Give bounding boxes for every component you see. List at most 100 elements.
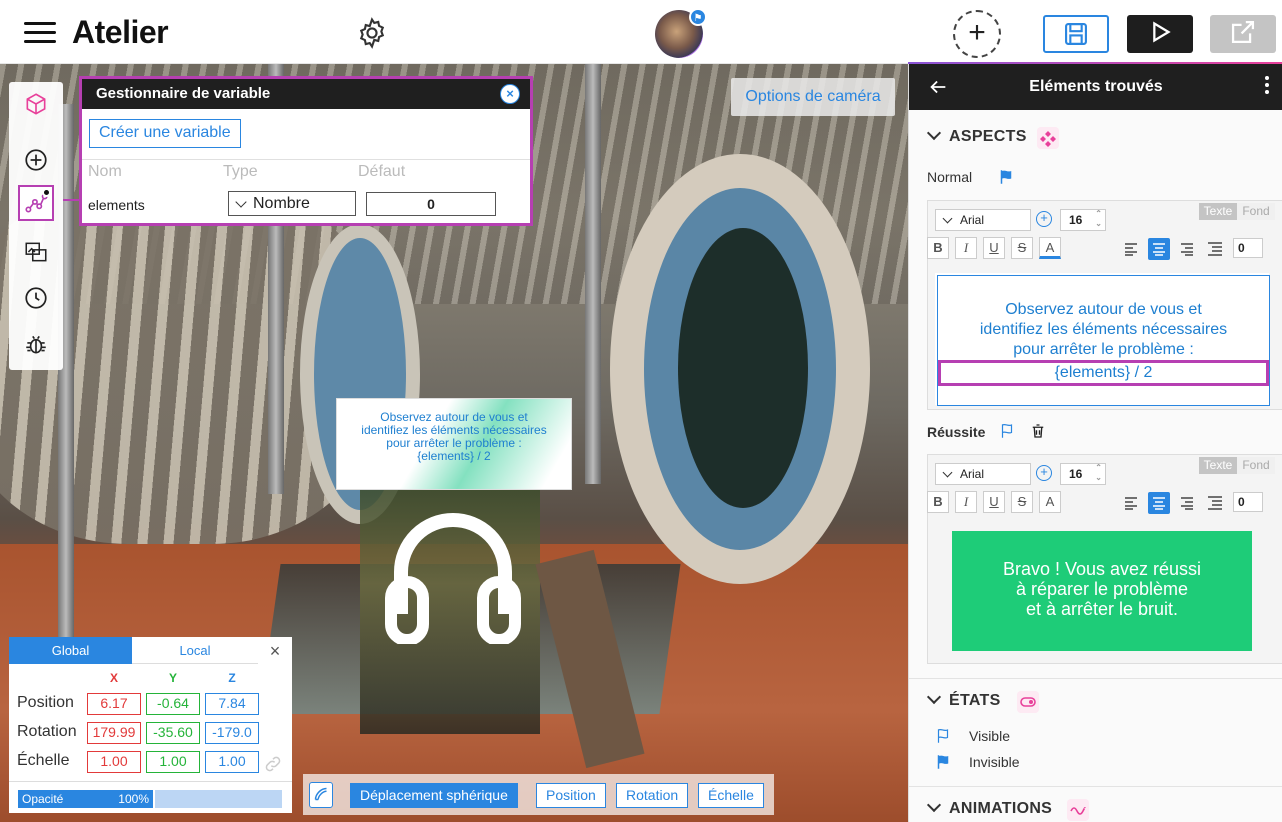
opacity-slider[interactable]: Opacité 100%: [18, 790, 153, 808]
transform-panel: Global Local × X Y Z Position 6.17 -0.64…: [9, 637, 292, 813]
save-button[interactable]: [1043, 15, 1109, 53]
tool-debug[interactable]: [18, 326, 54, 362]
flag-icon[interactable]: [997, 168, 1015, 186]
align-right-icon[interactable]: [1176, 492, 1198, 514]
scale-x-input[interactable]: 1.00: [87, 751, 141, 773]
italic-button[interactable]: I: [955, 237, 977, 259]
divider: [9, 781, 292, 782]
scene-viewport[interactable]: Observez autour de vous et identifiez le…: [0, 64, 908, 822]
spacing-input[interactable]: 0: [1233, 238, 1263, 258]
align-center-icon[interactable]: [1148, 492, 1170, 514]
bold-button[interactable]: B: [927, 491, 949, 513]
tab-text[interactable]: Texte: [1199, 203, 1237, 220]
add-scene-button[interactable]: +: [953, 10, 1001, 58]
variable-default-input[interactable]: 0: [366, 192, 496, 216]
align-left-icon[interactable]: [1120, 492, 1142, 514]
section-aspects-toggle[interactable]: ASPECTS: [926, 125, 1027, 146]
position-y-input[interactable]: -0.64: [146, 693, 200, 715]
menu-icon[interactable]: [24, 22, 56, 44]
spacing-input[interactable]: 0: [1233, 492, 1263, 512]
export-button[interactable]: [1210, 15, 1276, 53]
chevron-down-icon: [926, 797, 942, 813]
scale-z-input[interactable]: 1.00: [205, 751, 259, 773]
tool-timeline[interactable]: [18, 280, 54, 316]
section-aspects-title: ASPECTS: [949, 128, 1027, 145]
scene-thumbnail-avatar[interactable]: ⚑: [655, 8, 707, 58]
align-right-icon[interactable]: [1176, 238, 1198, 260]
rotation-y-input[interactable]: -35.60: [146, 722, 200, 744]
opacity-label: Opacité: [22, 792, 64, 806]
variable-name: elements: [88, 197, 145, 213]
position-x-input[interactable]: 6.17: [87, 693, 141, 715]
mode-scale-button[interactable]: Échelle: [698, 783, 764, 808]
tool-media[interactable]: [18, 234, 54, 270]
strikethrough-button[interactable]: S: [1011, 491, 1033, 513]
tool-variables[interactable]: [18, 185, 54, 221]
camera-options-button[interactable]: Options de caméra: [731, 78, 895, 116]
bold-button[interactable]: B: [927, 237, 949, 259]
variable-manager-header: Gestionnaire de variable ×: [82, 79, 530, 109]
tab-background[interactable]: Fond: [1237, 203, 1275, 220]
strikethrough-button[interactable]: S: [1011, 237, 1033, 259]
text-color-button[interactable]: A: [1039, 237, 1061, 259]
line-spacing-icon[interactable]: [1204, 238, 1226, 260]
tab-local[interactable]: Local: [132, 637, 258, 664]
divider: [909, 786, 1282, 787]
text-color-button[interactable]: A: [1039, 491, 1061, 513]
font-select[interactable]: Arial: [935, 209, 1031, 231]
more-vertical-icon[interactable]: [1265, 76, 1271, 97]
aspect-normal-preview[interactable]: Observez autour de vous et identifiez le…: [937, 275, 1270, 406]
gear-icon[interactable]: [355, 16, 389, 50]
preview-line: Bravo ! Vous avez réussi: [1002, 559, 1202, 579]
aspects-icon: [1037, 127, 1059, 149]
axis-x-label: X: [109, 671, 118, 685]
tab-background[interactable]: Fond: [1237, 457, 1275, 474]
tool-object[interactable]: [18, 86, 54, 122]
rotation-x-input[interactable]: 179.99: [87, 722, 141, 744]
font-size-input[interactable]: 16: [1060, 209, 1106, 231]
align-left-icon[interactable]: [1120, 238, 1142, 260]
tab-global[interactable]: Global: [9, 637, 132, 664]
add-font-icon[interactable]: +: [1036, 211, 1052, 227]
tab-text[interactable]: Texte: [1199, 457, 1237, 474]
state-invisible[interactable]: Invisible: [969, 754, 1020, 770]
notification-dot: [42, 188, 51, 197]
rotation-z-input[interactable]: -179.0: [205, 722, 259, 744]
section-states-title: ÉTATS: [949, 692, 1001, 709]
font-select[interactable]: Arial: [935, 463, 1031, 485]
add-font-icon[interactable]: +: [1036, 465, 1052, 481]
scale-label: Échelle: [17, 752, 70, 769]
external-link-icon: [1231, 20, 1255, 44]
link-icon[interactable]: [263, 754, 283, 774]
variable-type-select[interactable]: Nombre: [228, 191, 356, 216]
play-button[interactable]: [1127, 15, 1193, 53]
close-icon[interactable]: ×: [264, 640, 286, 662]
scale-y-input[interactable]: 1.00: [146, 751, 200, 773]
state-visible[interactable]: Visible: [969, 728, 1010, 744]
flag-outline-icon[interactable]: [998, 422, 1016, 440]
headphones-icon[interactable]: [385, 504, 521, 644]
mode-rotation-button[interactable]: Rotation: [616, 783, 689, 808]
position-z-input[interactable]: 7.84: [205, 693, 259, 715]
font-size-input[interactable]: 16: [1060, 463, 1106, 485]
section-animations-toggle[interactable]: ANIMATIONS: [926, 797, 1052, 818]
mode-position-button[interactable]: Position: [536, 783, 606, 808]
cube-icon: [26, 93, 46, 115]
trash-icon[interactable]: [1029, 422, 1047, 440]
plus-circle-icon: [25, 149, 47, 171]
underline-button[interactable]: U: [983, 237, 1005, 259]
italic-button[interactable]: I: [955, 491, 977, 513]
aspect-success-preview[interactable]: Bravo ! Vous avez réussi à réparer le pr…: [952, 531, 1252, 651]
align-center-icon[interactable]: [1148, 238, 1170, 260]
section-states-toggle[interactable]: ÉTATS: [926, 689, 1001, 710]
tool-add[interactable]: [18, 142, 54, 178]
create-variable-button[interactable]: Créer une variable: [89, 119, 241, 148]
underline-button[interactable]: U: [983, 491, 1005, 513]
scene-text-object[interactable]: Observez autour de vous et identifiez le…: [336, 398, 572, 490]
opacity-track[interactable]: [155, 790, 282, 808]
preview-canvas: Observez autour de vous et identifiez le…: [935, 273, 1270, 406]
mode-spherical-button[interactable]: Déplacement sphérique: [350, 783, 518, 808]
close-icon[interactable]: ×: [500, 84, 520, 104]
snap-icon[interactable]: [309, 782, 333, 808]
line-spacing-icon[interactable]: [1204, 492, 1226, 514]
